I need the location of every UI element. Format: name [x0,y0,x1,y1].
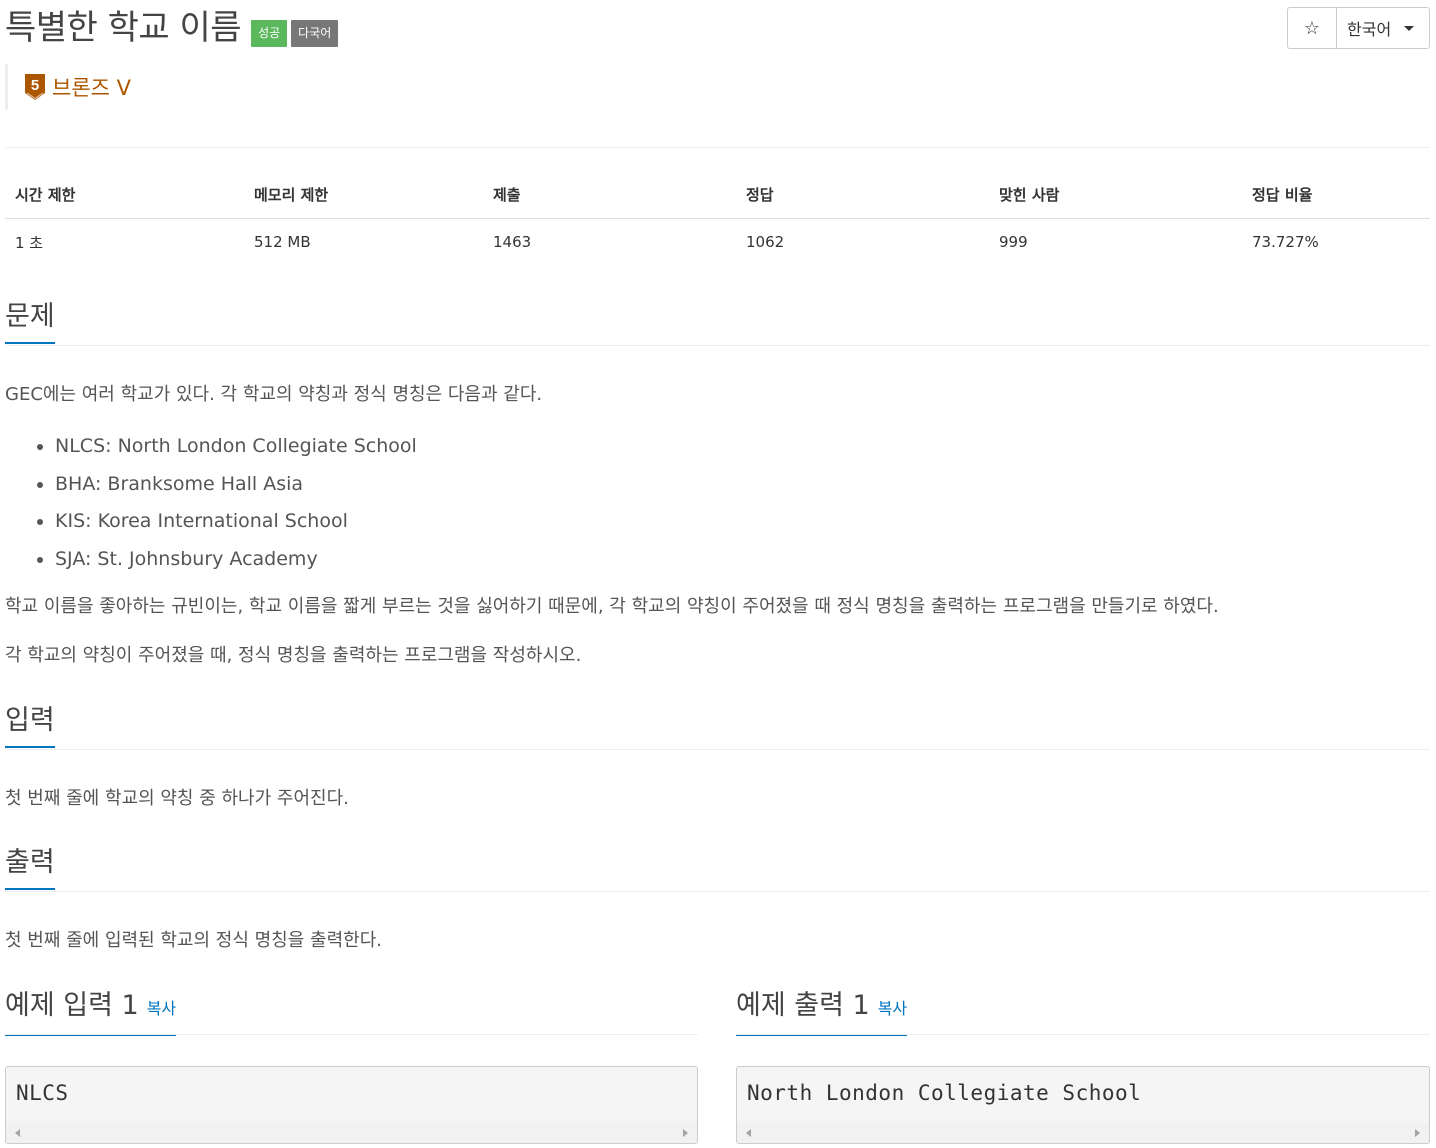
divider [5,891,1430,892]
input-description: 첫 번째 줄에 학교의 약칭 중 하나가 주어진다. [5,788,349,809]
problem-heading: 문제 [5,300,55,344]
copy-input-button[interactable]: 복사 [147,999,176,1018]
sample-output-box[interactable]: North London Collegiate School [736,1066,1430,1144]
output-description: 첫 번째 줄에 입력된 학교의 정식 명칭을 출력한다. [5,930,382,951]
list-item: KIS: Korea International School [55,505,417,543]
divider [5,345,1430,346]
problem-task: 각 학교의 약칭이 주어졌을 때, 정식 명칭을 출력하는 프로그램을 작성하시… [5,645,582,666]
title-row: 특별한 학교 이름 성공 다국어 [5,6,339,50]
accepted-value: 1062 [746,233,785,251]
tier-badge-icon: 5 [25,74,45,100]
star-button[interactable]: ☆ [1288,8,1337,48]
input-title: 입력 [5,704,55,748]
horizontal-scrollbar[interactable] [6,1123,697,1143]
time-limit-value: 1 초 [15,233,44,252]
sample-output-heading: 예제 출력 1 복사 [736,989,908,1036]
solved-users-value: 999 [999,233,1028,251]
col-time-limit: 시간 제한 [5,170,244,219]
sample-output-text: North London Collegiate School [747,1081,1142,1105]
sample-input-heading: 예제 입력 1 복사 [5,989,177,1036]
output-title: 출력 [5,846,55,890]
list-item: SJA: St. Johnsbury Academy [55,543,417,581]
memory-limit-value: 512 MB [254,233,311,251]
language-dropdown[interactable]: 한국어 [1337,8,1429,48]
scroll-right-icon[interactable] [1415,1129,1420,1137]
divider [5,749,1430,750]
divider [736,1034,1430,1035]
sample-output-title: 예제 출력 1 복사 [736,989,908,1036]
scroll-right-icon[interactable] [683,1129,688,1137]
sample-output-label: 예제 출력 1 [736,990,870,1021]
divider [5,147,1430,148]
sample-input-box[interactable]: NLCS [5,1066,698,1144]
problem-info-table: 시간 제한 메모리 제한 제출 정답 맞힌 사람 정답 비율 1 초 512 M… [5,170,1430,265]
tier-link[interactable]: 브론즈 V [52,72,131,102]
scroll-left-icon[interactable] [746,1129,751,1137]
problem-paragraph: 학교 이름을 좋아하는 규빈이는, 학교 이름을 짧게 부르는 것을 싫어하기 … [5,596,1219,617]
tier-info: 5 브론즈 V [5,64,131,110]
list-item: BHA: Branksome Hall Asia [55,468,417,506]
problem-title: 문제 [5,300,55,344]
sample-input-title: 예제 입력 1 복사 [5,989,177,1036]
tier-number: 5 [31,77,39,94]
star-icon: ☆ [1303,17,1321,39]
divider [5,1034,698,1035]
col-accept-rate: 정답 비율 [1242,170,1430,219]
accept-rate-value: 73.727% [1252,233,1319,251]
multilang-badge: 다국어 [291,19,339,47]
col-accepted: 정답 [736,170,989,219]
copy-output-button[interactable]: 복사 [878,999,907,1018]
col-memory-limit: 메모리 제한 [244,170,483,219]
submissions-value: 1463 [493,233,532,251]
scroll-left-icon[interactable] [15,1129,20,1137]
page-title: 특별한 학교 이름 [5,8,242,48]
school-list: NLCS: North London Collegiate School BHA… [5,430,417,580]
sample-input-text: NLCS [16,1081,69,1105]
horizontal-scrollbar[interactable] [737,1123,1429,1143]
table-row: 1 초 512 MB 1463 1062 999 73.727% [5,219,1430,266]
col-submissions: 제출 [483,170,736,219]
table-header-row: 시간 제한 메모리 제한 제출 정답 맞힌 사람 정답 비율 [5,170,1430,219]
output-heading: 출력 [5,846,55,890]
input-heading: 입력 [5,704,55,748]
language-label: 한국어 [1347,20,1392,39]
problem-tools: ☆ 한국어 [1287,7,1430,49]
caret-down-icon [1404,25,1415,31]
problem-intro: GEC에는 여러 학교가 있다. 각 학교의 약칭과 정식 명칭은 다음과 같다… [5,384,543,405]
sample-input-label: 예제 입력 1 [5,990,139,1021]
status-badge-success: 성공 [251,19,288,47]
list-item: NLCS: North London Collegiate School [55,430,417,468]
col-solved-users: 맞힌 사람 [989,170,1242,219]
